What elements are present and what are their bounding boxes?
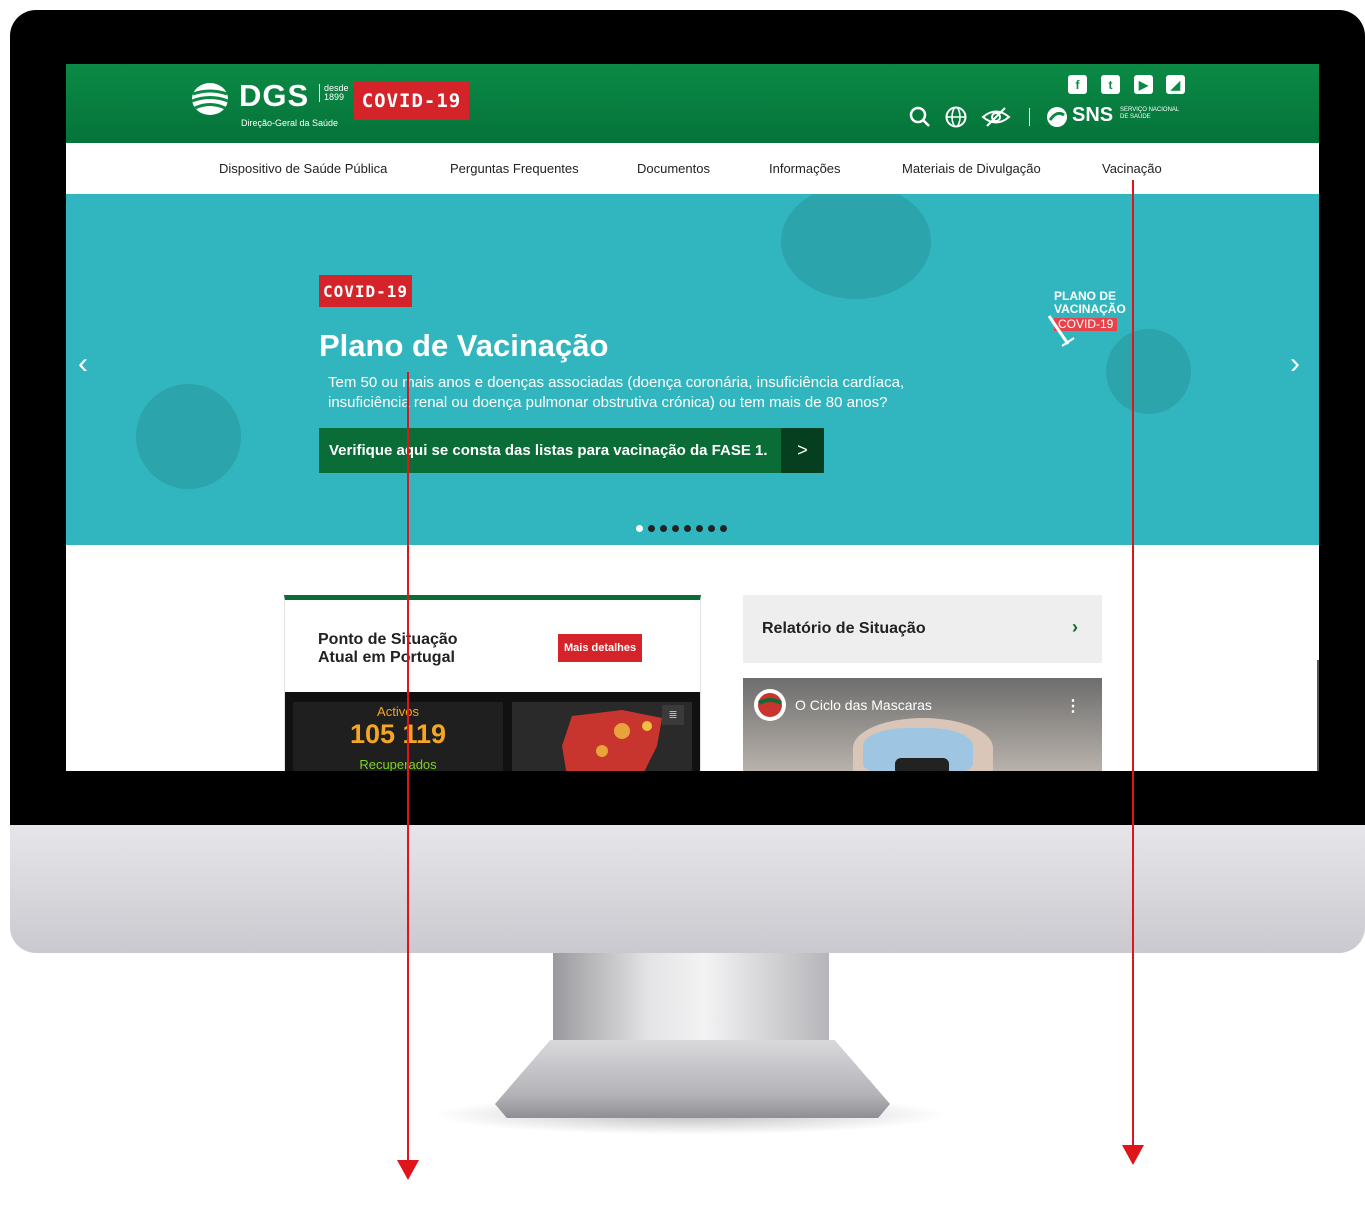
nav-item-documentos[interactable]: Documentos	[637, 161, 710, 176]
situation-title-line1: Ponto de Situação	[318, 631, 458, 648]
carousel-dot[interactable]	[636, 525, 643, 532]
carousel-dot[interactable]	[660, 525, 667, 532]
youtube-icon[interactable]: ▶	[1134, 75, 1153, 94]
annotation-arrowhead-right	[1122, 1145, 1144, 1165]
monitor-chin	[10, 825, 1365, 953]
map-list-icon[interactable]: ≣	[662, 705, 684, 725]
facebook-icon[interactable]: f	[1068, 75, 1087, 94]
virus-decoration	[136, 384, 241, 489]
sns-subtitle-line1: SERVIÇO NACIONAL	[1120, 107, 1180, 113]
details-button[interactable]: Mais detalhes	[558, 634, 643, 662]
sns-logo-subtitle: SERVIÇO NACIONAL DE SAÚDE	[1120, 107, 1179, 121]
carousel-dot[interactable]	[720, 525, 727, 532]
carousel-dot[interactable]	[648, 525, 655, 532]
chevron-right-icon: ›	[1072, 617, 1078, 637]
annotation-arrowhead-left	[397, 1160, 419, 1180]
nav-item-dispositivo[interactable]: Dispositivo de Saúde Pública	[219, 161, 387, 176]
report-card[interactable]: Relatório de Situação ›	[743, 595, 1102, 663]
fase1-list-button[interactable]: Verifique aqui se consta das listas para…	[319, 428, 824, 473]
hero-covid-badge: COVID-19	[319, 275, 412, 307]
virus-decoration	[1106, 329, 1191, 414]
globe-language-icon[interactable]	[944, 105, 968, 129]
play-button[interactable]	[895, 758, 949, 771]
sns-logo-icon	[1047, 107, 1067, 127]
dgs-globe-icon	[191, 83, 229, 115]
hero-title: Plano de Vacinação	[319, 328, 609, 363]
header-divider	[1029, 108, 1030, 126]
carousel-dot[interactable]	[708, 525, 715, 532]
situation-title-line2: Atual em Portugal	[318, 649, 455, 666]
video-player[interactable]: O Ciclo das Mascaras ⋮	[743, 678, 1102, 771]
syringe-icon	[1047, 315, 1075, 347]
nav-item-materiais[interactable]: Materiais de Divulgação	[902, 161, 1041, 176]
portugal-map[interactable]: ≣	[512, 702, 692, 771]
twitter-icon[interactable]: t	[1101, 75, 1120, 94]
carousel-next-button[interactable]: ›	[1290, 347, 1300, 381]
monitor-stand-foot	[495, 1040, 890, 1118]
nav-item-informacoes[interactable]: Informações	[769, 161, 841, 176]
search-icon[interactable]	[908, 105, 932, 129]
nav-item-vacinacao[interactable]: Vacinação	[1102, 161, 1162, 176]
accessibility-eye-icon[interactable]	[981, 106, 1011, 128]
plan-badge-line1: PLANO DE	[1054, 289, 1117, 303]
annotation-arrow-line-right	[1132, 180, 1134, 1162]
sns-logo[interactable]: SNS SERVIÇO NACIONAL DE SAÚDE	[1046, 104, 1196, 132]
annotation-arrow-line-left	[407, 372, 409, 1162]
dgs-since: desde 1899	[319, 84, 349, 102]
cta-label: Verifique aqui se consta das listas para…	[329, 442, 768, 459]
virus-decoration	[781, 194, 931, 299]
carousel-dot[interactable]	[684, 525, 691, 532]
situation-card: Ponto de Situação Atual em Portugal Mais…	[284, 595, 701, 771]
carousel-dot[interactable]	[672, 525, 679, 532]
covid-header-badge[interactable]: COVID-19	[354, 81, 469, 120]
sns-subtitle-line2: DE SAÚDE	[1120, 114, 1151, 120]
dgs-logo-subtitle: Direção-Geral da Saúde	[241, 118, 339, 128]
recovered-label: Recuperados	[359, 757, 437, 771]
video-title: O Ciclo das Mascaras	[795, 697, 932, 713]
carousel-dot[interactable]	[696, 525, 703, 532]
covid-dashboard: Activos 105 119 Recuperados ≣	[285, 692, 700, 771]
portugal-map-shape	[562, 710, 662, 771]
situation-card-title: Ponto de Situação Atual em Portugal	[318, 631, 458, 667]
more-options-icon[interactable]: ⋮	[1065, 696, 1081, 716]
channel-avatar[interactable]	[753, 688, 787, 722]
nav-item-perguntas[interactable]: Perguntas Frequentes	[450, 161, 579, 176]
dgs-logo[interactable]: DGS desde 1899 Direção-Geral da Saúde	[191, 78, 351, 128]
site-header: DGS desde 1899 Direção-Geral da Saúde CO…	[66, 64, 1319, 143]
active-cases-panel: Activos 105 119 Recuperados	[293, 702, 503, 771]
active-label: Activos	[377, 704, 419, 719]
scrollbar[interactable]	[1317, 660, 1319, 771]
cta-arrow-icon: >	[781, 428, 824, 473]
report-card-title: Relatório de Situação	[762, 620, 926, 637]
rss-icon[interactable]: ◢	[1166, 75, 1185, 94]
hero-description: Tem 50 ou mais anos e doenças associadas…	[328, 374, 905, 411]
active-value: 105 119	[349, 719, 447, 749]
sns-logo-text: SNS	[1072, 104, 1114, 126]
carousel-prev-button[interactable]: ‹	[78, 347, 88, 381]
dgs-logo-text: DGS	[239, 78, 310, 113]
dgs-since-year: 1899	[324, 92, 345, 102]
